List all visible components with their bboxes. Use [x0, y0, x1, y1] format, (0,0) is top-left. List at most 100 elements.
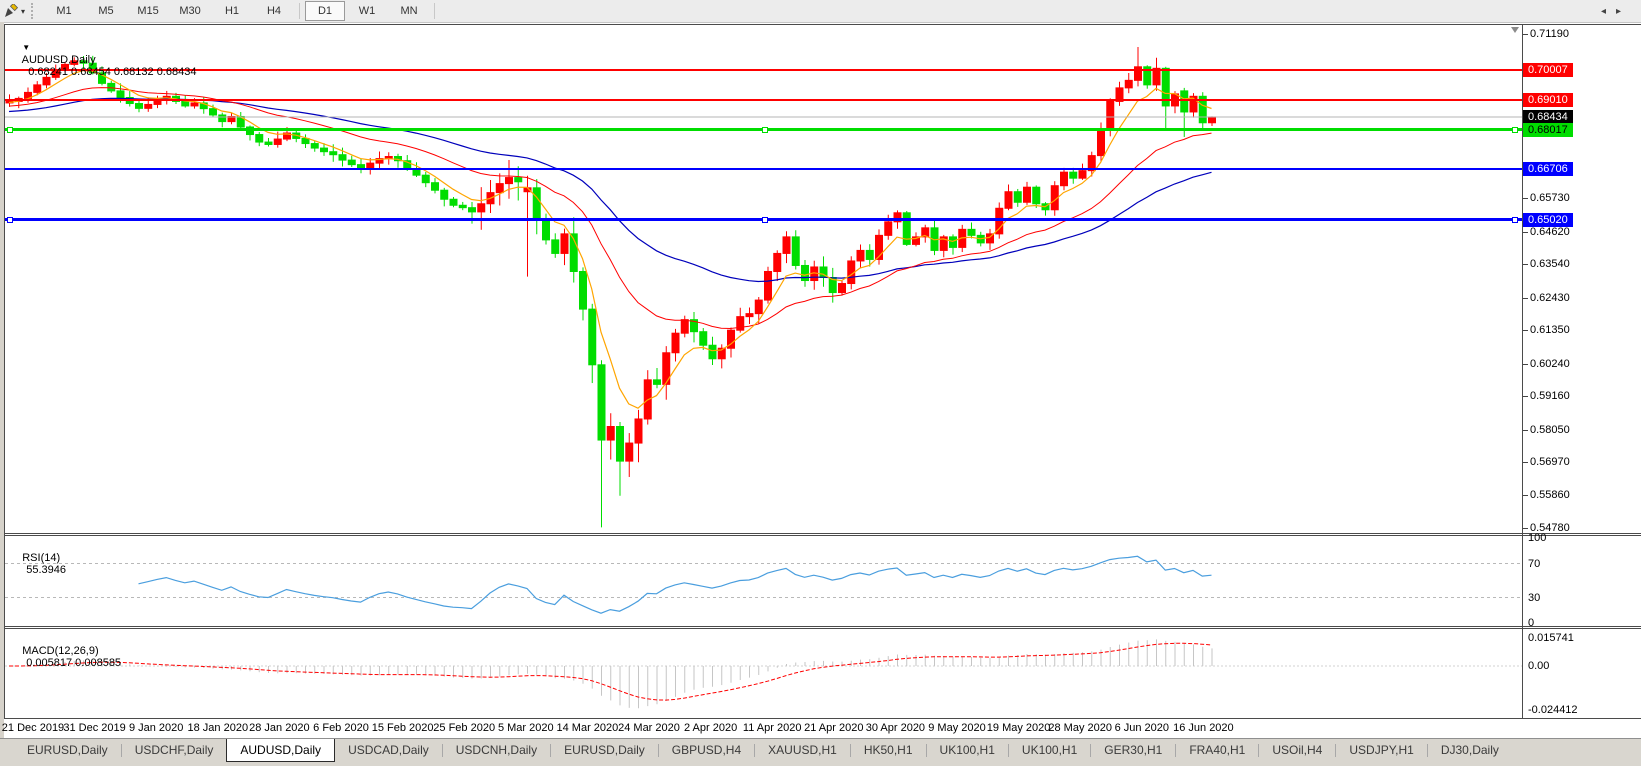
price-tick [1523, 264, 1528, 266]
timeframe-button-MN[interactable]: MN [389, 1, 429, 21]
date-label: 16 Jun 2020 [1173, 722, 1234, 734]
candle-body [338, 154, 347, 161]
rsi-line [138, 555, 1212, 614]
timeframe-button-W1[interactable]: W1 [347, 1, 387, 21]
candle-body [967, 228, 976, 236]
main-panel-bottom-border [4, 533, 1641, 534]
chart-tab-DJ30-Daily[interactable]: DJ30,Daily [1428, 739, 1512, 760]
price-tick-label: 0.65730 [1530, 192, 1570, 205]
line-handle[interactable] [762, 216, 768, 223]
ma-fast-line [8, 69, 1212, 409]
candle-body [1078, 170, 1087, 179]
candle-body [745, 313, 754, 318]
candle-body [764, 270, 772, 301]
chart-tab-XAUUSD-H1[interactable]: XAUUSD,H1 [755, 739, 850, 760]
hline-price-label[interactable]: 0.69010 [1523, 92, 1573, 107]
candle-body [1097, 129, 1105, 157]
candle-body [708, 344, 717, 360]
tab-scroll-right-icon[interactable]: ▸ [1616, 6, 1631, 17]
chart-tab-UK100-H1[interactable]: UK100,H1 [1009, 739, 1090, 760]
chart-shift-marker[interactable] [1511, 27, 1519, 33]
chart-tab-FRA40-H1[interactable]: FRA40,H1 [1176, 739, 1258, 760]
candle-body [347, 159, 356, 166]
rsi-axis-label: 0 [1528, 617, 1535, 629]
hline-price-label[interactable]: 0.70007 [1523, 62, 1573, 77]
price-tick-label: 0.58050 [1530, 423, 1570, 436]
rsi-value: 55.3946 [26, 564, 66, 576]
line-handle[interactable] [7, 126, 13, 133]
chart-tab-USDCHF-Daily[interactable]: USDCHF,Daily [122, 739, 227, 760]
tab-scroll-left-icon[interactable]: ◂ [1601, 6, 1616, 17]
line-handle[interactable] [762, 126, 768, 133]
chart-symbol-period: AUDUSD,Daily [21, 54, 96, 66]
macd-axis-label: 0.00 [1528, 660, 1550, 672]
ma-slow-line [8, 97, 1212, 283]
horizontal-line-0.69010[interactable] [5, 98, 1522, 101]
candle-body [264, 141, 273, 145]
horizontal-line-0.66706[interactable] [5, 168, 1522, 170]
timeframe-button-H4[interactable]: H4 [254, 1, 294, 21]
timeframe-toolbar: ▾ M1 M5 M15 M30 H1 H4 D1 W1 MN [0, 0, 1641, 23]
candlestick-series [5, 46, 1216, 528]
chart-tab-AUDUSD-Daily[interactable]: AUDUSD,Daily [226, 739, 336, 762]
candle-body [144, 103, 153, 109]
drawing-tool-icon[interactable] [2, 3, 20, 19]
candle-body [440, 189, 449, 200]
timeframe-button-M1[interactable]: M1 [44, 1, 84, 21]
candle-body [1013, 191, 1022, 203]
candle-body [329, 151, 338, 156]
macd-axis-label: 0.015741 [1528, 631, 1574, 644]
tool-dropdown-icon[interactable]: ▾ [21, 7, 25, 16]
candle-body [791, 236, 800, 266]
macd-axis-label: -0.024412 [1528, 703, 1578, 716]
candle-body [634, 418, 643, 444]
toolbar-grip[interactable] [31, 3, 37, 19]
chart-tab-HK50-H1[interactable]: HK50,H1 [851, 739, 926, 760]
chart-title-dropdown-icon[interactable]: ▼ [22, 43, 30, 52]
candle-body [449, 198, 458, 206]
chart-tab-UK100-H1[interactable]: UK100,H1 [927, 739, 1008, 760]
chart-tab-USDCAD-Daily[interactable]: USDCAD,Daily [335, 739, 442, 760]
chart-tab-GBPUSD-H4[interactable]: GBPUSD,H4 [659, 739, 754, 760]
candle-body [1124, 79, 1133, 89]
hline-price-label[interactable]: 0.66706 [1523, 162, 1573, 176]
candle-body [431, 182, 439, 191]
timeframe-button-D1[interactable]: D1 [305, 1, 346, 21]
candle-body [754, 299, 763, 315]
candle-body [884, 221, 893, 236]
price-tick [1523, 527, 1528, 529]
line-handle[interactable] [1512, 126, 1518, 133]
timeframe-button-H1[interactable]: H1 [212, 1, 252, 21]
price-tick [1523, 363, 1528, 365]
candle-body [616, 426, 624, 462]
macd-values: 0.005817 0.008585 [26, 657, 122, 669]
timeframe-button-M30[interactable]: M30 [170, 1, 210, 21]
candle-body [560, 233, 569, 254]
chart-tab-EURUSD-Daily[interactable]: EURUSD,Daily [14, 739, 121, 760]
candlestick-chart[interactable] [5, 25, 1522, 532]
timeframe-button-M15[interactable]: M15 [128, 1, 168, 21]
chart-tab-USOil-H4[interactable]: USOil,H4 [1259, 739, 1335, 760]
line-handle[interactable] [7, 216, 13, 223]
hline-price-label[interactable]: 0.65020 [1523, 212, 1573, 227]
line-handle[interactable] [1512, 216, 1518, 223]
macd-indicator-chart[interactable] [5, 629, 1522, 718]
timeframe-button-M5[interactable]: M5 [86, 1, 126, 21]
chart-tab-USDCNH-Daily[interactable]: USDCNH,Daily [443, 739, 550, 760]
rsi-indicator-chart[interactable] [5, 536, 1522, 625]
candle-body [153, 99, 162, 105]
horizontal-line-0.70007[interactable] [5, 68, 1522, 71]
candle-body [218, 114, 227, 123]
price-tick-label: 0.61350 [1530, 324, 1570, 337]
toolbar-separator [299, 3, 301, 19]
chart-tab-USDJPY-H1[interactable]: USDJPY,H1 [1336, 739, 1426, 760]
candle-body [625, 442, 634, 462]
candle-body [801, 264, 809, 282]
chart-tab-GER30-H1[interactable]: GER30,H1 [1091, 739, 1175, 760]
date-axis[interactable]: 21 Dec 2019 31 Dec 2019 9 Jan 2020 18 Jan 2… [2, 719, 1641, 738]
chart-tab-EURUSD-Daily[interactable]: EURUSD,Daily [551, 739, 658, 760]
candle-body [699, 331, 708, 346]
candle-body [181, 100, 190, 107]
hline-price-label[interactable]: 0.68017 [1523, 122, 1573, 137]
candle-body [421, 174, 430, 184]
